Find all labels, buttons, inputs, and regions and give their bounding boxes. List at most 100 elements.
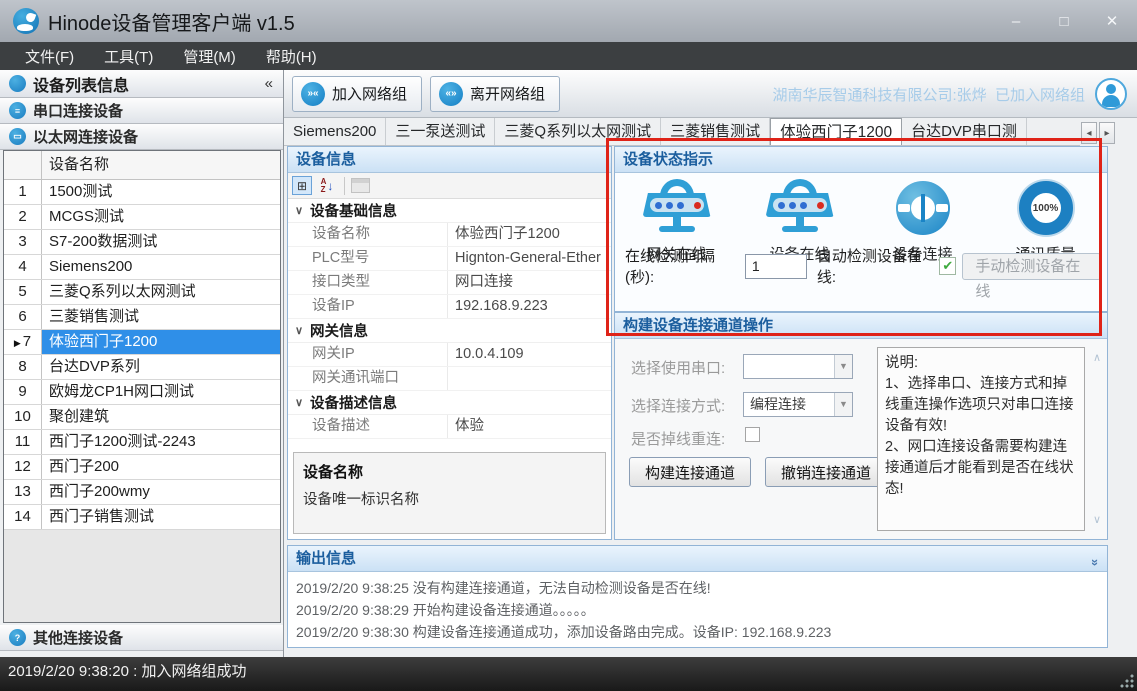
alphabetical-sort-icon[interactable]: AZ↓ <box>316 176 338 195</box>
connect-mode-label: 选择连接方式: <box>631 395 725 416</box>
table-row[interactable]: 11西门子1200测试-2243 <box>4 430 280 455</box>
table-row[interactable]: 9欧姆龙CP1H网口测试 <box>4 380 280 405</box>
table-row[interactable]: 8台达DVP系列 <box>4 355 280 380</box>
table-row[interactable]: 2MCGS测试 <box>4 205 280 230</box>
status-bar: 2019/2/20 9:38:20 : 加入网络组成功 <box>0 657 1137 691</box>
comm-quality-value: 100% <box>1033 203 1059 214</box>
tab-siemens200[interactable]: Siemens200 <box>284 118 386 146</box>
tab-scroll-left-icon[interactable]: ◂ <box>1081 122 1097 144</box>
log-line: 2019/2/20 9:38:25 没有构建连接通道，无法自动检测设备是否在线! <box>296 577 1099 599</box>
connection-channel-panel: 构建设备连接通道操作 选择使用串口: ▼ 选择连接方式: 编程连接 ▼ 是否掉线… <box>614 312 1108 540</box>
main-content: 设备信息 ⊞ AZ↓ ∨ 设备基础信息 设备名称体验西门子1200 PLC型号H… <box>284 146 1137 657</box>
device-table-header: 设备名称 <box>4 151 280 180</box>
table-row[interactable]: 5三菱Q系列以太网测试 <box>4 280 280 305</box>
row-number-header <box>4 151 42 179</box>
tab-scroll-right-icon[interactable]: ▸ <box>1099 122 1115 144</box>
output-title: 输出信息 » <box>288 546 1107 572</box>
property-row[interactable]: 接口类型网口连接 <box>288 271 611 295</box>
maximize-button[interactable]: □ <box>1053 13 1075 30</box>
toolbar-separator <box>344 177 345 195</box>
category-gateway-info[interactable]: ∨ 网关信息 <box>288 319 611 343</box>
table-row[interactable]: 11500测试 <box>4 180 280 205</box>
device-status-title: 设备状态指示 <box>615 147 1107 173</box>
log-line: 2019/2/20 9:38:29 开始构建设备连接通道。。。。。 <box>296 599 1099 621</box>
categorized-view-icon[interactable]: ⊞ <box>292 176 312 195</box>
table-row-selected[interactable]: ▶7 体验西门子1200 <box>4 330 280 355</box>
device-info-panel: 设备信息 ⊞ AZ↓ ∨ 设备基础信息 设备名称体验西门子1200 PLC型号H… <box>287 146 612 540</box>
serial-select-dropdown[interactable]: ▼ <box>743 354 853 379</box>
device-list-icon <box>9 75 26 92</box>
connect-mode-dropdown[interactable]: 编程连接 ▼ <box>743 392 853 417</box>
manual-detect-button-disabled[interactable]: 手动检测设备在线 <box>962 253 1101 280</box>
property-row[interactable]: 网关通讯端口 <box>288 367 611 391</box>
device-status-panel: 设备状态指示 网关在线 设备在线 <box>614 146 1108 312</box>
device-list-sidebar: 设备列表信息 « ≡ 串口连接设备 ▭ 以太网连接设备 设备名称 11500测试… <box>0 70 284 657</box>
property-pages-icon <box>351 178 370 193</box>
category-basic-info[interactable]: ∨ 设备基础信息 <box>288 199 611 223</box>
tab-siemens1200-experience-active[interactable]: 体验西门子1200 <box>770 118 902 146</box>
sidebar-item-serial-devices[interactable]: ≡ 串口连接设备 <box>0 98 283 124</box>
output-collapse-icon[interactable]: » <box>1083 559 1108 566</box>
leave-network-group-button[interactable]: «» 离开网络组 <box>430 76 560 112</box>
revoke-channel-button[interactable]: 撤销连接通道 <box>765 457 887 487</box>
property-row[interactable]: 设备名称体验西门子1200 <box>288 223 611 247</box>
resize-grip[interactable] <box>1120 674 1134 688</box>
property-row[interactable]: PLC型号Hignton-General-Ether <box>288 247 611 271</box>
sidebar-collapse-icon[interactable]: « <box>265 75 273 92</box>
network-toolbar: »« 加入网络组 «» 离开网络组 湖南华辰智通科技有限公司:张烨 已加入网络组 <box>284 70 1137 118</box>
window-controls: – □ ✕ <box>1005 0 1123 42</box>
chevron-down-icon: ∨ <box>288 396 310 409</box>
auto-detect-checkbox-checked[interactable]: ✔ <box>939 257 956 275</box>
minimize-button[interactable]: – <box>1005 13 1027 30</box>
table-row[interactable]: 3S7-200数据测试 <box>4 230 280 255</box>
output-panel: 输出信息 » 2019/2/20 9:38:25 没有构建连接通道，无法自动检测… <box>287 545 1108 648</box>
device-tab-bar: Siemens200 三一泵送测试 三菱Q系列以太网测试 三菱销售测试 体验西门… <box>284 118 1137 146</box>
tab-delta-dvp-serial-test[interactable]: 台达DVP串口测 <box>902 118 1027 146</box>
reconnect-checkbox-unchecked[interactable] <box>745 427 760 442</box>
tab-mitsubishi-sales-test[interactable]: 三菱销售测试 <box>661 118 770 146</box>
join-network-group-button[interactable]: »« 加入网络组 <box>292 76 422 112</box>
menu-tools[interactable]: 工具(T) <box>91 43 166 70</box>
table-row[interactable]: 14西门子销售测试 <box>4 505 280 530</box>
tab-mitsubishi-q-ethernet-test[interactable]: 三菱Q系列以太网测试 <box>495 118 661 146</box>
close-button[interactable]: ✕ <box>1101 12 1123 30</box>
window-title: Hinode设备管理客户端 v1.5 <box>48 7 295 36</box>
device-online-icon <box>764 179 836 235</box>
status-bar-text: 2019/2/20 9:38:20 : 加入网络组成功 <box>8 660 246 681</box>
table-row[interactable]: 12西门子200 <box>4 455 280 480</box>
table-row[interactable]: 4Siemens200 <box>4 255 280 280</box>
table-row[interactable]: 6三菱销售测试 <box>4 305 280 330</box>
user-avatar[interactable] <box>1095 78 1127 110</box>
menu-manage[interactable]: 管理(M) <box>170 43 249 70</box>
chevron-down-icon: ∨ <box>288 324 310 337</box>
selected-row-marker: ▶ <box>14 338 21 348</box>
scroll-down-icon[interactable]: ∨ <box>1089 513 1105 527</box>
sidebar-item-other-devices[interactable]: ? 其他连接设备 <box>0 625 283 651</box>
build-channel-button[interactable]: 构建连接通道 <box>629 457 751 487</box>
menu-file[interactable]: 文件(F) <box>12 43 87 70</box>
menu-help[interactable]: 帮助(H) <box>253 43 330 70</box>
property-help-text: 设备唯一标识名称 <box>303 488 596 509</box>
property-grid-toolbar: ⊞ AZ↓ <box>288 173 611 199</box>
title-bar: Hinode设备管理客户端 v1.5 – □ ✕ <box>0 0 1137 42</box>
table-row[interactable]: 10聚创建筑 <box>4 405 280 430</box>
device-connect-icon <box>896 181 950 235</box>
leave-network-icon: «» <box>439 82 463 106</box>
detect-interval-input[interactable] <box>745 254 807 279</box>
user-network-status: 湖南华辰智通科技有限公司:张烨 已加入网络组 <box>772 70 1085 118</box>
serial-select-label: 选择使用串口: <box>631 357 725 378</box>
property-row[interactable]: 设备描述体验 <box>288 415 611 439</box>
property-row[interactable]: 网关IP10.0.4.109 <box>288 343 611 367</box>
category-description-info[interactable]: ∨ 设备描述信息 <box>288 391 611 415</box>
reconnect-label: 是否掉线重连: <box>631 428 725 449</box>
chevron-down-icon: ∨ <box>288 204 310 217</box>
device-table: 设备名称 11500测试 2MCGS测试 3S7-200数据测试 4Siemen… <box>3 150 281 623</box>
sidebar-header[interactable]: 设备列表信息 « <box>0 70 283 98</box>
scroll-up-icon[interactable]: ∧ <box>1089 351 1105 365</box>
sidebar-item-ethernet-devices[interactable]: ▭ 以太网连接设备 <box>0 124 283 150</box>
table-row[interactable]: 13西门子200wmy <box>4 480 280 505</box>
dropdown-arrow-icon: ▼ <box>834 393 852 416</box>
channel-instructions: 说明: 1、选择串口、连接方式和掉线重连操作选项只对串口连接设备有效! 2、网口… <box>877 347 1085 531</box>
property-row[interactable]: 设备IP192.168.9.223 <box>288 295 611 319</box>
tab-sany-pump-test[interactable]: 三一泵送测试 <box>386 118 495 146</box>
